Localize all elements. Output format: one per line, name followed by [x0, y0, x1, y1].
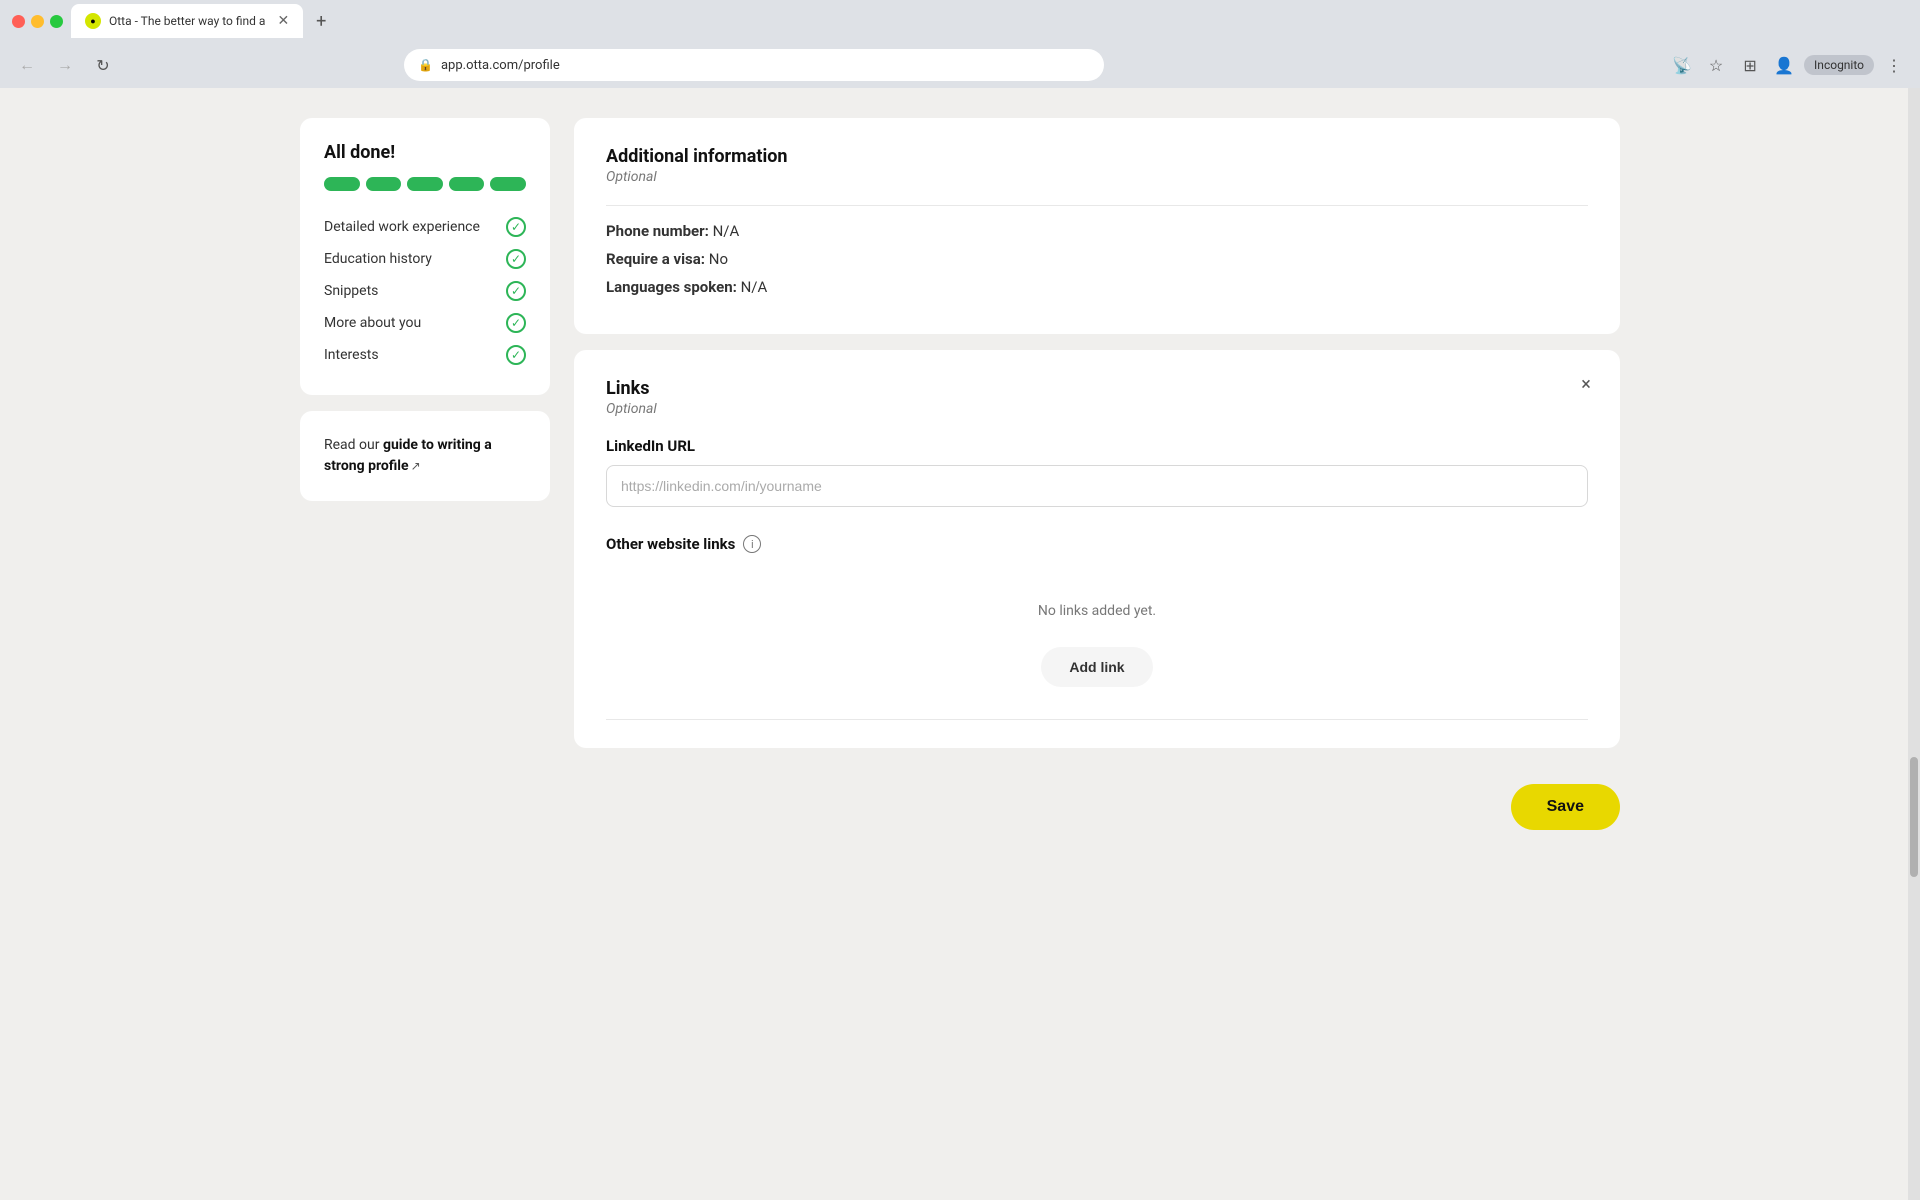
close-button[interactable]: ×: [1572, 370, 1600, 398]
checklist-item-interests: Interests ✓: [324, 339, 526, 371]
guide-text-prefix: Read our: [324, 437, 383, 453]
checklist-item-snippets: Snippets ✓: [324, 275, 526, 307]
progress-dots: [324, 177, 526, 191]
lock-icon: 🔒: [418, 58, 433, 72]
checklist-label-about: More about you: [324, 315, 421, 331]
tab-title: Otta - The better way to find a: [109, 14, 265, 28]
phone-label: Phone number:: [606, 222, 709, 240]
progress-dot-2: [366, 177, 402, 191]
forward-button[interactable]: →: [50, 50, 80, 80]
scrollbar-track: [1908, 88, 1920, 1200]
section-divider: [606, 205, 1588, 206]
info-icon[interactable]: i: [743, 535, 761, 553]
tab-favicon: ●: [85, 13, 101, 29]
phone-row: Phone number: N/A: [606, 222, 1588, 240]
add-link-button[interactable]: Add link: [1041, 647, 1152, 687]
other-links-section: Other website links i No links added yet…: [606, 535, 1588, 687]
check-icon-about: ✓: [506, 313, 526, 333]
checklist-item-about: More about you ✓: [324, 307, 526, 339]
checklist-item-work: Detailed work experience ✓: [324, 211, 526, 243]
back-button[interactable]: ←: [12, 50, 42, 80]
no-links-text: No links added yet.: [606, 573, 1588, 629]
links-title: Links: [606, 378, 1588, 399]
tab-close-button[interactable]: ✕: [277, 13, 289, 29]
save-button[interactable]: Save: [1511, 784, 1620, 830]
sidebar: All done! Detailed work experience ✓ Edu…: [300, 118, 550, 850]
visa-value: No: [709, 250, 728, 268]
checklist: Detailed work experience ✓ Education his…: [324, 211, 526, 371]
checklist-label-education: Education history: [324, 251, 432, 267]
checklist-label-work: Detailed work experience: [324, 219, 480, 235]
additional-info-subtitle: Optional: [606, 169, 1588, 185]
nav-icons: 📡 ☆ ⊞ 👤 Incognito ⋮: [1668, 51, 1908, 79]
completion-card: All done! Detailed work experience ✓ Edu…: [300, 118, 550, 395]
check-icon-education: ✓: [506, 249, 526, 269]
additional-info-card: Additional information Optional Phone nu…: [574, 118, 1620, 334]
menu-icon[interactable]: ⋮: [1880, 51, 1908, 79]
profile-icon[interactable]: 👤: [1770, 51, 1798, 79]
languages-row: Languages spoken: N/A: [606, 278, 1588, 296]
page-content: All done! Detailed work experience ✓ Edu…: [260, 88, 1660, 880]
progress-dot-5: [490, 177, 526, 191]
progress-dot-3: [407, 177, 443, 191]
other-links-header: Other website links i: [606, 535, 1588, 553]
visa-label: Require a visa:: [606, 250, 705, 268]
check-icon-snippets: ✓: [506, 281, 526, 301]
phone-value: N/A: [713, 222, 740, 240]
extensions-icon[interactable]: ⊞: [1736, 51, 1764, 79]
languages-label: Languages spoken:: [606, 278, 737, 296]
checklist-label-snippets: Snippets: [324, 283, 378, 299]
additional-info-title: Additional information: [606, 146, 1588, 167]
completion-title: All done!: [324, 142, 526, 163]
links-subtitle: Optional: [606, 401, 1588, 417]
incognito-badge: Incognito: [1804, 55, 1874, 75]
check-icon-interests: ✓: [506, 345, 526, 365]
linkedin-label: LinkedIn URL: [606, 437, 1588, 455]
active-tab[interactable]: ● Otta - The better way to find a ✕: [71, 4, 303, 38]
progress-dot-1: [324, 177, 360, 191]
traffic-lights: [12, 15, 63, 28]
save-btn-container: Save: [574, 764, 1620, 850]
incognito-label: Incognito: [1814, 58, 1864, 72]
visa-row: Require a visa: No: [606, 250, 1588, 268]
browser-nav-bar: ← → ↻ 🔒 app.otta.com/profile 📡 ☆ ⊞ 👤 Inc…: [0, 42, 1920, 88]
minimize-traffic-light[interactable]: [31, 15, 44, 28]
progress-dot-4: [449, 177, 485, 191]
address-text: app.otta.com/profile: [441, 58, 560, 73]
tab-bar: ● Otta - The better way to find a ✕ +: [71, 4, 1908, 38]
card-divider-bottom: [606, 719, 1588, 720]
check-icon-work: ✓: [506, 217, 526, 237]
new-tab-button[interactable]: +: [307, 7, 335, 35]
main-content: Additional information Optional Phone nu…: [574, 118, 1620, 850]
address-bar[interactable]: 🔒 app.otta.com/profile: [404, 49, 1104, 81]
browser-chrome: ● Otta - The better way to find a ✕ + ← …: [0, 0, 1920, 88]
checklist-item-education: Education history ✓: [324, 243, 526, 275]
close-traffic-light[interactable]: [12, 15, 25, 28]
scrollbar-thumb[interactable]: [1910, 757, 1918, 877]
maximize-traffic-light[interactable]: [50, 15, 63, 28]
external-link-icon: ↗: [411, 457, 421, 475]
linkedin-input[interactable]: [606, 465, 1588, 507]
other-links-title: Other website links: [606, 535, 735, 553]
guide-card: Read our guide to writing a strong profi…: [300, 411, 550, 501]
bookmark-icon[interactable]: ☆: [1702, 51, 1730, 79]
languages-value: N/A: [741, 278, 768, 296]
refresh-button[interactable]: ↻: [88, 50, 118, 80]
checklist-label-interests: Interests: [324, 347, 379, 363]
cast-icon[interactable]: 📡: [1668, 51, 1696, 79]
browser-title-bar: ● Otta - The better way to find a ✕ +: [0, 0, 1920, 42]
links-card: × Links Optional LinkedIn URL Other webs…: [574, 350, 1620, 748]
